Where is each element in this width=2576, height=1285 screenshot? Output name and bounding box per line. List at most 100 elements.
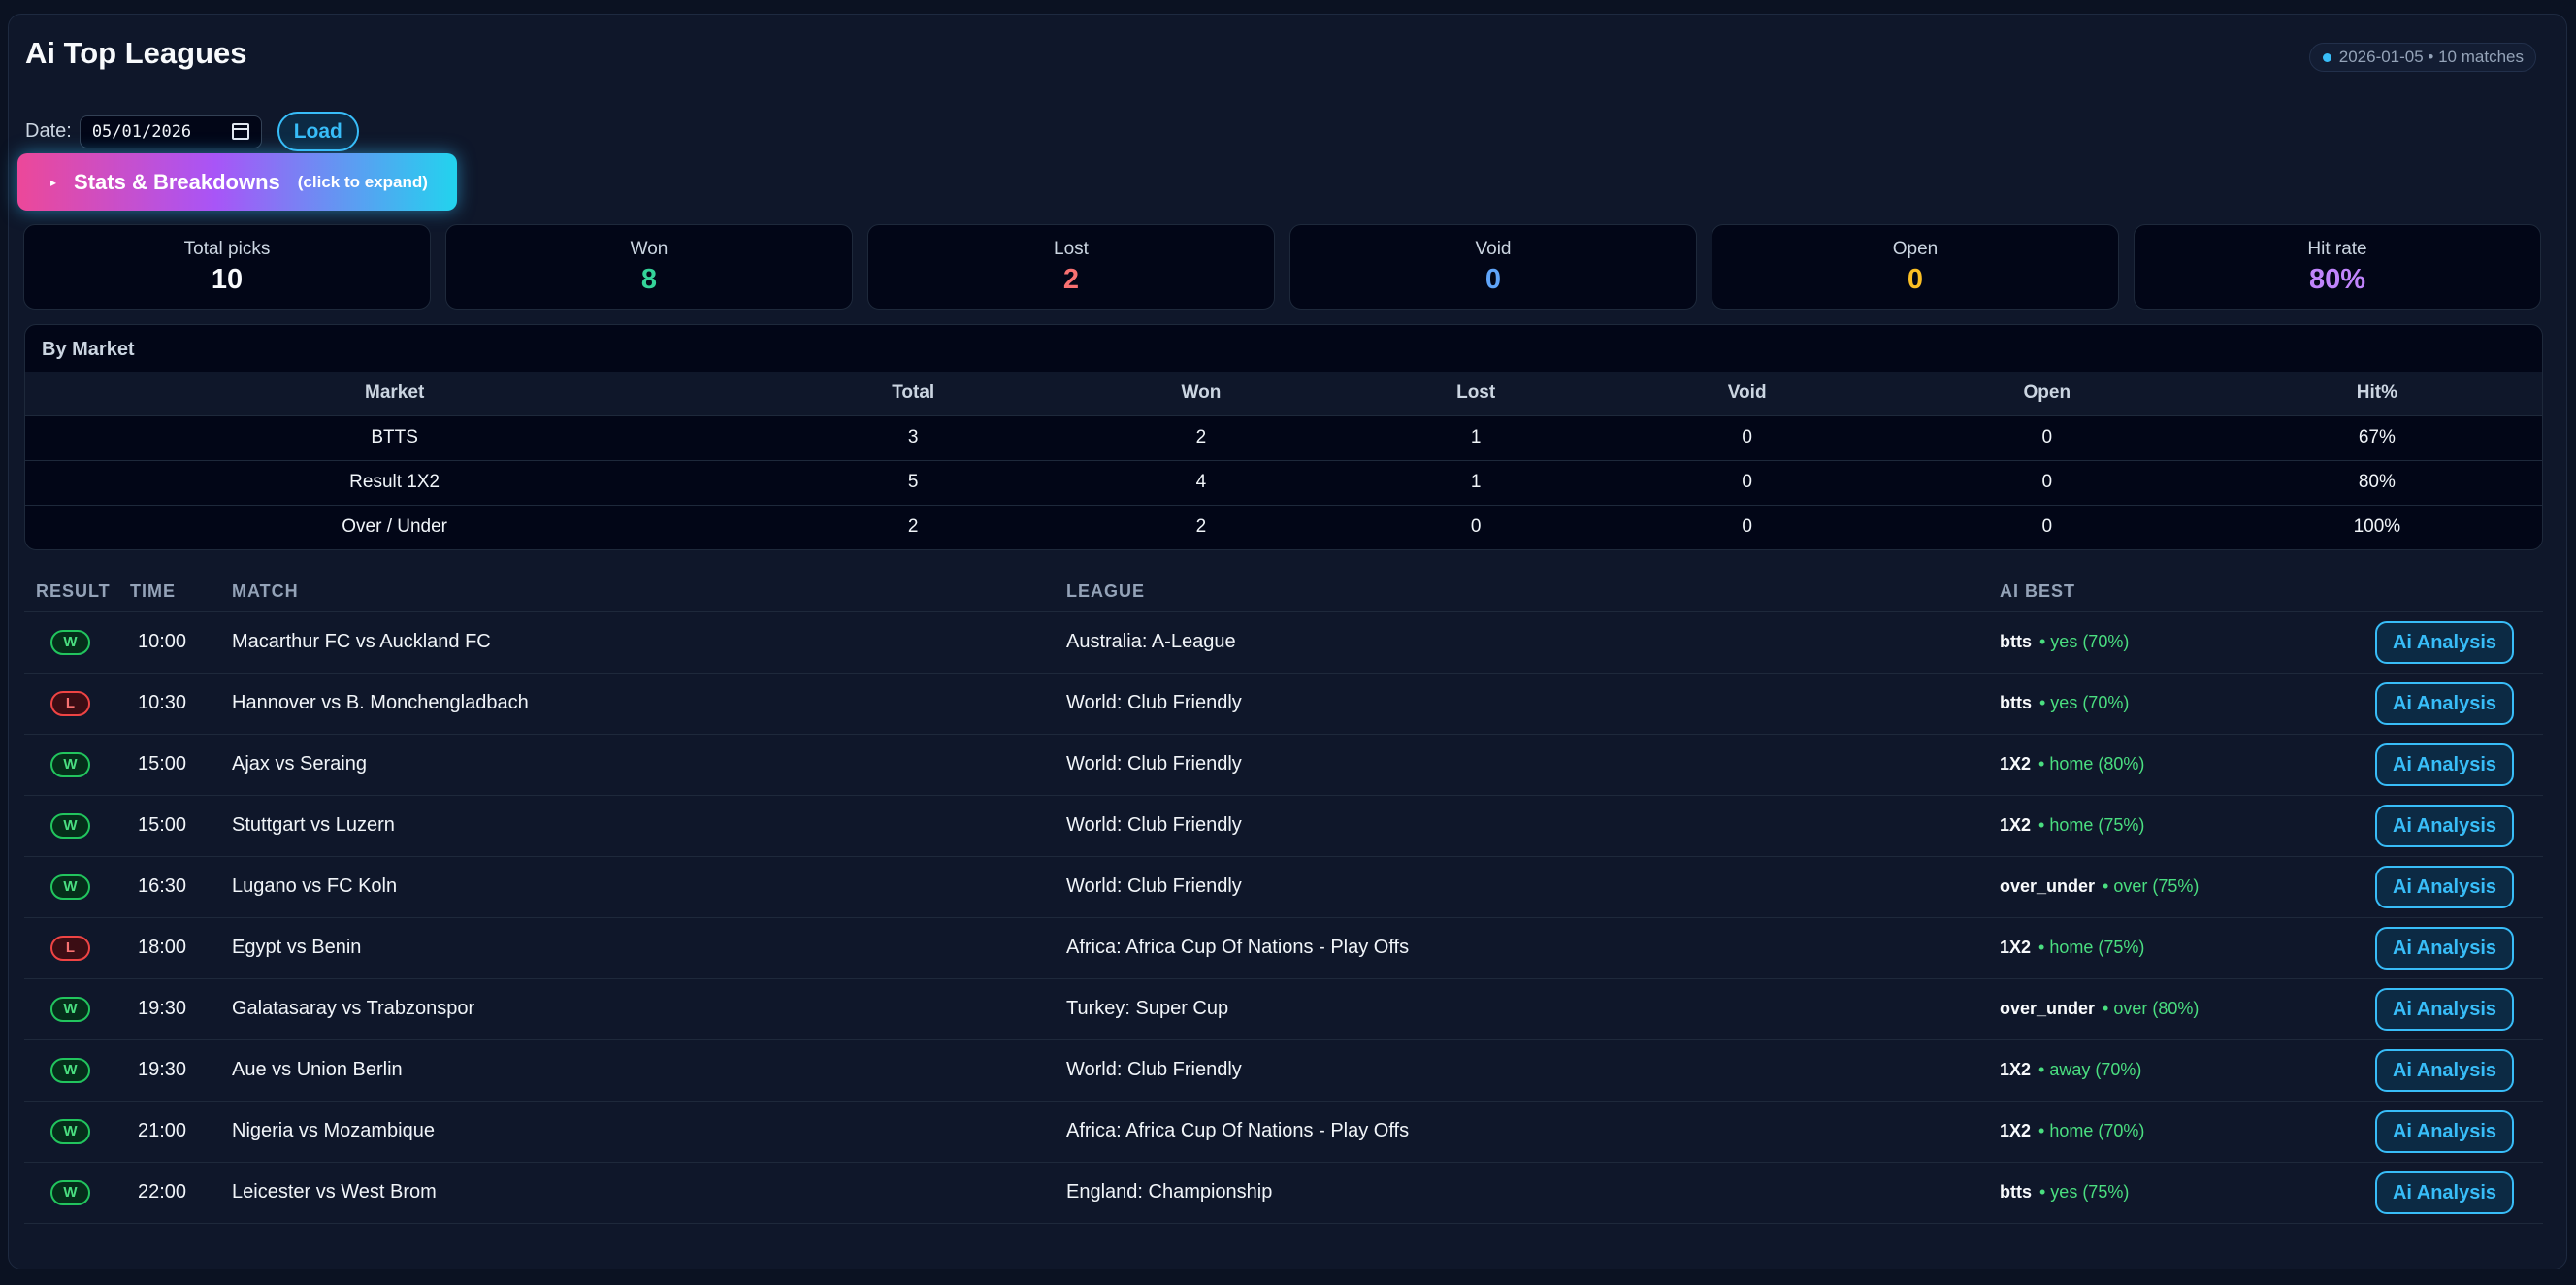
- result-badge: W: [50, 1179, 90, 1205]
- ai-best-market: 1X2: [2000, 754, 2032, 774]
- summary-card-label: Open: [1892, 239, 1939, 259]
- match-time: 15:00: [118, 734, 220, 796]
- ai-best-cell: 1X2 • home (75%): [1988, 917, 2366, 979]
- table-cell: 0: [1612, 415, 1882, 461]
- ai-best-cell: btts • yes (70%): [1988, 673, 2366, 735]
- match-row: W 15:00 Ajax vs Seraing World: Club Friendl…: [24, 734, 2543, 796]
- column-header: TIME: [118, 573, 220, 612]
- result-badge: L: [50, 935, 90, 961]
- date-input-value: 05/01/2026: [91, 121, 192, 142]
- summary-card-value: 0: [1907, 264, 1924, 295]
- ai-best-cell: 1X2 • home (80%): [1988, 734, 2366, 796]
- match-time: 15:00: [118, 795, 220, 857]
- table-cell: BTTS: [25, 415, 765, 461]
- result-cell: W: [24, 856, 118, 918]
- ai-analysis-button[interactable]: Ai Analysis: [2375, 987, 2514, 1031]
- ai-analysis-button[interactable]: Ai Analysis: [2375, 742, 2514, 786]
- result-cell: W: [24, 978, 118, 1040]
- match-name: Lugano vs FC Koln: [220, 856, 1055, 918]
- result-badge: W: [50, 996, 90, 1022]
- action-cell: Ai Analysis: [2366, 795, 2543, 857]
- ai-best-cell: btts • yes (75%): [1988, 1162, 2366, 1224]
- match-league: World: Club Friendly: [1055, 1039, 1988, 1102]
- ai-best-cell: 1X2 • away (70%): [1988, 1039, 2366, 1102]
- ai-analysis-button[interactable]: Ai Analysis: [2375, 926, 2514, 970]
- match-time: 10:00: [118, 611, 220, 674]
- summary-cards: Total picks 10 Won 8 Lost 2 Void 0 Open 0 Hit rate…: [23, 224, 2541, 310]
- ai-best-pick: • away (70%): [2038, 1060, 2142, 1079]
- status-badge: 2026-01-05 • 10 matches: [2308, 43, 2536, 72]
- column-header: Hit%: [2211, 372, 2542, 416]
- stats-toggle-label: Stats & Breakdowns: [74, 169, 280, 194]
- ai-best-market: 1X2: [2000, 938, 2032, 957]
- summary-card: Void 0: [1289, 224, 1697, 310]
- ai-best-pick: • over (80%): [2103, 999, 2200, 1018]
- matches-header-row: RESULT TIME MATCH LEAGUE AI BEST: [24, 573, 2543, 612]
- status-dot-icon: [2322, 53, 2331, 62]
- date-input[interactable]: 05/01/2026: [79, 115, 262, 148]
- ai-best-market: 1X2: [2000, 1121, 2032, 1140]
- match-row: W 16:30 Lugano vs FC Koln World: Club Frien…: [24, 856, 2543, 918]
- match-time: 16:30: [118, 856, 220, 918]
- match-row: L 18:00 Egypt vs Benin Africa: Africa Cup O…: [24, 917, 2543, 979]
- table-cell: 3: [764, 415, 1063, 461]
- result-cell: L: [24, 673, 118, 735]
- ai-analysis-button[interactable]: Ai Analysis: [2375, 1109, 2514, 1153]
- ai-best-pick: • yes (70%): [2039, 632, 2130, 651]
- ai-analysis-button[interactable]: Ai Analysis: [2375, 620, 2514, 664]
- summary-card-value: 80%: [2308, 264, 2366, 295]
- ai-best-market: btts: [2000, 1182, 2032, 1202]
- match-time: 19:30: [118, 978, 220, 1040]
- result-cell: W: [24, 795, 118, 857]
- match-row: W 22:00 Leicester vs West Brom England: Cha…: [24, 1162, 2543, 1224]
- ai-analysis-button[interactable]: Ai Analysis: [2375, 1170, 2514, 1214]
- summary-card: Lost 2: [867, 224, 1275, 310]
- result-cell: W: [24, 611, 118, 674]
- load-button[interactable]: Load: [277, 112, 359, 151]
- summary-card-value: 10: [211, 264, 244, 295]
- ai-best-market: btts: [2000, 693, 2032, 712]
- by-market-table: Market Total Won Lost Void Open Hit% BTTS 3 2 1 0 0…: [25, 372, 2542, 549]
- result-badge: W: [50, 873, 90, 900]
- result-cell: W: [24, 1039, 118, 1102]
- table-cell: Over / Under: [342, 516, 448, 538]
- ai-analysis-button[interactable]: Ai Analysis: [2375, 1048, 2514, 1092]
- ai-analysis-button[interactable]: Ai Analysis: [2375, 681, 2514, 725]
- calendar-icon[interactable]: [231, 123, 249, 140]
- ai-best-market: 1X2: [2000, 815, 2032, 835]
- match-league: World: Club Friendly: [1055, 673, 1988, 735]
- table-row: BTTS 3 2 1 0 0 67%: [25, 415, 2542, 461]
- ai-best-market: btts: [2000, 632, 2032, 651]
- stats-breakdowns-toggle[interactable]: ▸ Stats & Breakdowns (click to expand): [17, 153, 457, 211]
- ai-best-cell: over_under • over (80%): [1988, 978, 2366, 1040]
- table-row: Over / Under 2 2 0 0 0 100%: [25, 505, 2542, 549]
- action-cell: Ai Analysis: [2366, 734, 2543, 796]
- page-title: Ai Top Leagues: [25, 36, 247, 70]
- column-header: Lost: [1339, 372, 1613, 416]
- ai-best-pick: • yes (70%): [2039, 693, 2130, 712]
- table-cell: 1: [1339, 460, 1613, 506]
- match-league: Africa: Africa Cup Of Nations - Play Off…: [1055, 1101, 1988, 1163]
- ai-analysis-button[interactable]: Ai Analysis: [2375, 865, 2514, 908]
- match-name: Galatasaray vs Trabzonspor: [220, 978, 1055, 1040]
- match-row: L 10:30 Hannover vs B. Monchengladbach Worl…: [24, 673, 2543, 735]
- summary-card-value: 8: [640, 264, 658, 295]
- ai-best-cell: 1X2 • home (70%): [1988, 1101, 2366, 1163]
- match-time: 18:00: [118, 917, 220, 979]
- table-cell: 0: [2041, 516, 2053, 538]
- summary-card: Open 0: [1712, 224, 2119, 310]
- action-cell: Ai Analysis: [2366, 1101, 2543, 1163]
- ai-analysis-button[interactable]: Ai Analysis: [2375, 804, 2514, 847]
- match-time: 22:00: [118, 1162, 220, 1224]
- match-row: W 21:00 Nigeria vs Mozambique Africa: Afric…: [24, 1101, 2543, 1163]
- match-row: W 15:00 Stuttgart vs Luzern World: Club Fri…: [24, 795, 2543, 857]
- match-league: England: Championship: [1055, 1162, 1988, 1224]
- result-badge: W: [50, 629, 90, 655]
- column-header: MATCH: [220, 573, 1055, 612]
- match-league: World: Club Friendly: [1055, 856, 1988, 918]
- summary-card: Won 8: [445, 224, 853, 310]
- result-badge: L: [50, 690, 90, 716]
- result-badge: W: [50, 812, 90, 839]
- stats-toggle-hint: (click to expand): [297, 172, 428, 191]
- match-league: Africa: Africa Cup Of Nations - Play Off…: [1055, 917, 1988, 979]
